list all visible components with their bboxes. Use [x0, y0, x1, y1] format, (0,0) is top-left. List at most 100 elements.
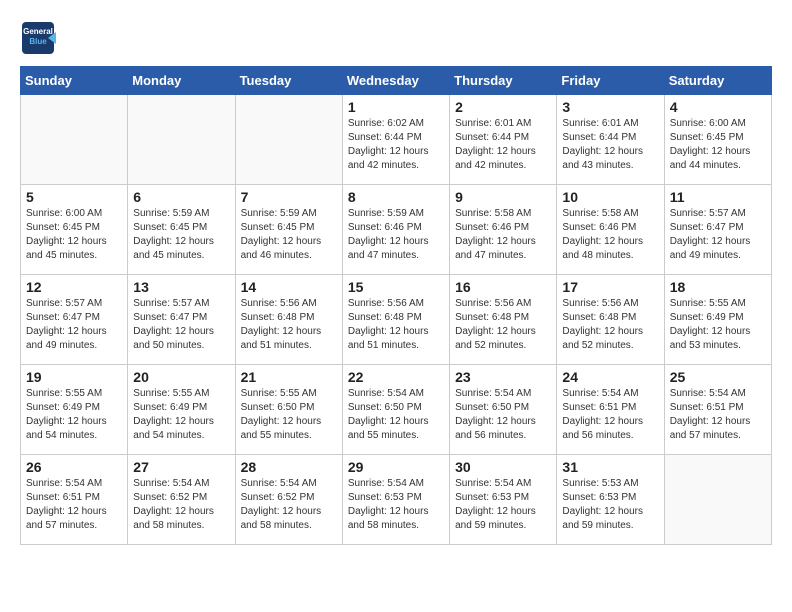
calendar-cell: 2 Sunrise: 6:01 AM Sunset: 6:44 PM Daylig… — [450, 95, 557, 185]
col-header-saturday: Saturday — [664, 67, 771, 95]
day-info: Sunrise: 5:54 AM Sunset: 6:53 PM Dayligh… — [455, 477, 551, 533]
calendar-cell: 1 Sunrise: 6:02 AM Sunset: 6:44 PM Daylig… — [342, 95, 449, 185]
calendar-cell — [128, 95, 235, 185]
day-info: Sunrise: 5:57 AM Sunset: 6:47 PM Dayligh… — [26, 297, 122, 353]
col-header-monday: Monday — [128, 67, 235, 95]
day-info: Sunrise: 5:56 AM Sunset: 6:48 PM Dayligh… — [562, 297, 658, 353]
day-info: Sunrise: 5:54 AM Sunset: 6:52 PM Dayligh… — [133, 477, 229, 533]
day-number: 16 — [455, 279, 551, 295]
day-number: 30 — [455, 459, 551, 475]
col-header-thursday: Thursday — [450, 67, 557, 95]
day-number: 7 — [241, 189, 337, 205]
day-info: Sunrise: 5:57 AM Sunset: 6:47 PM Dayligh… — [133, 297, 229, 353]
calendar-cell: 26 Sunrise: 5:54 AM Sunset: 6:51 PM Dayli… — [21, 455, 128, 545]
day-number: 12 — [26, 279, 122, 295]
svg-text:General: General — [23, 27, 53, 36]
calendar-cell: 7 Sunrise: 5:59 AM Sunset: 6:45 PM Daylig… — [235, 185, 342, 275]
calendar-cell: 5 Sunrise: 6:00 AM Sunset: 6:45 PM Daylig… — [21, 185, 128, 275]
day-info: Sunrise: 6:00 AM Sunset: 6:45 PM Dayligh… — [26, 207, 122, 263]
day-number: 2 — [455, 99, 551, 115]
calendar-cell: 11Sunrise: 5:57 AM Sunset: 6:47 PM Dayli… — [664, 185, 771, 275]
day-number: 26 — [26, 459, 122, 475]
calendar-cell: 3 Sunrise: 6:01 AM Sunset: 6:44 PM Daylig… — [557, 95, 664, 185]
day-info: Sunrise: 5:54 AM Sunset: 6:51 PM Dayligh… — [670, 387, 766, 443]
calendar-cell: 25 Sunrise: 5:54 AM Sunset: 6:51 PM Dayli… — [664, 365, 771, 455]
calendar-cell: 30 Sunrise: 5:54 AM Sunset: 6:53 PM Dayli… — [450, 455, 557, 545]
day-number: 13 — [133, 279, 229, 295]
col-header-tuesday: Tuesday — [235, 67, 342, 95]
day-info: Sunrise: 6:00 AM Sunset: 6:45 PM Dayligh… — [670, 117, 766, 173]
day-number: 15 — [348, 279, 444, 295]
day-info: Sunrise: 5:59 AM Sunset: 6:45 PM Dayligh… — [241, 207, 337, 263]
calendar-cell: 24Sunrise: 5:54 AM Sunset: 6:51 PM Dayli… — [557, 365, 664, 455]
calendar-cell: 31Sunrise: 5:53 AM Sunset: 6:53 PM Dayli… — [557, 455, 664, 545]
week-row-4: 19 Sunrise: 5:55 AM Sunset: 6:49 PM Dayli… — [21, 365, 772, 455]
day-info: Sunrise: 5:54 AM Sunset: 6:50 PM Dayligh… — [348, 387, 444, 443]
day-number: 1 — [348, 99, 444, 115]
day-info: Sunrise: 6:02 AM Sunset: 6:44 PM Dayligh… — [348, 117, 444, 173]
day-number: 4 — [670, 99, 766, 115]
day-info: Sunrise: 5:56 AM Sunset: 6:48 PM Dayligh… — [241, 297, 337, 353]
day-info: Sunrise: 6:01 AM Sunset: 6:44 PM Dayligh… — [455, 117, 551, 173]
calendar-cell: 14 Sunrise: 5:56 AM Sunset: 6:48 PM Dayli… — [235, 275, 342, 365]
header-row: SundayMondayTuesdayWednesdayThursdayFrid… — [21, 67, 772, 95]
day-info: Sunrise: 6:01 AM Sunset: 6:44 PM Dayligh… — [562, 117, 658, 173]
calendar-cell: 21 Sunrise: 5:55 AM Sunset: 6:50 PM Dayli… — [235, 365, 342, 455]
day-info: Sunrise: 5:56 AM Sunset: 6:48 PM Dayligh… — [348, 297, 444, 353]
day-number: 5 — [26, 189, 122, 205]
calendar-cell: 10 Sunrise: 5:58 AM Sunset: 6:46 PM Dayli… — [557, 185, 664, 275]
day-info: Sunrise: 5:59 AM Sunset: 6:46 PM Dayligh… — [348, 207, 444, 263]
day-info: Sunrise: 5:54 AM Sunset: 6:51 PM Dayligh… — [26, 477, 122, 533]
calendar-table: SundayMondayTuesdayWednesdayThursdayFrid… — [20, 66, 772, 545]
day-number: 23 — [455, 369, 551, 385]
calendar-cell: 22 Sunrise: 5:54 AM Sunset: 6:50 PM Dayli… — [342, 365, 449, 455]
day-number: 8 — [348, 189, 444, 205]
week-row-5: 26 Sunrise: 5:54 AM Sunset: 6:51 PM Dayli… — [21, 455, 772, 545]
day-number: 20 — [133, 369, 229, 385]
day-number: 3 — [562, 99, 658, 115]
day-number: 27 — [133, 459, 229, 475]
day-info: Sunrise: 5:54 AM Sunset: 6:52 PM Dayligh… — [241, 477, 337, 533]
day-number: 14 — [241, 279, 337, 295]
calendar-cell: 9 Sunrise: 5:58 AM Sunset: 6:46 PM Daylig… — [450, 185, 557, 275]
day-info: Sunrise: 5:55 AM Sunset: 6:49 PM Dayligh… — [26, 387, 122, 443]
day-info: Sunrise: 5:54 AM Sunset: 6:53 PM Dayligh… — [348, 477, 444, 533]
calendar-cell: 12 Sunrise: 5:57 AM Sunset: 6:47 PM Dayli… — [21, 275, 128, 365]
day-info: Sunrise: 5:58 AM Sunset: 6:46 PM Dayligh… — [562, 207, 658, 263]
calendar-cell — [664, 455, 771, 545]
day-info: Sunrise: 5:55 AM Sunset: 6:49 PM Dayligh… — [670, 297, 766, 353]
calendar-cell: 29Sunrise: 5:54 AM Sunset: 6:53 PM Dayli… — [342, 455, 449, 545]
logo: General Blue — [20, 20, 60, 56]
day-number: 10 — [562, 189, 658, 205]
day-number: 9 — [455, 189, 551, 205]
week-row-1: 1 Sunrise: 6:02 AM Sunset: 6:44 PM Daylig… — [21, 95, 772, 185]
logo-icon: General Blue — [20, 20, 56, 56]
calendar-cell — [21, 95, 128, 185]
calendar-cell: 8 Sunrise: 5:59 AM Sunset: 6:46 PM Daylig… — [342, 185, 449, 275]
calendar-cell: 13 Sunrise: 5:57 AM Sunset: 6:47 PM Dayli… — [128, 275, 235, 365]
day-info: Sunrise: 5:57 AM Sunset: 6:47 PM Dayligh… — [670, 207, 766, 263]
day-number: 19 — [26, 369, 122, 385]
col-header-sunday: Sunday — [21, 67, 128, 95]
calendar-cell: 19 Sunrise: 5:55 AM Sunset: 6:49 PM Dayli… — [21, 365, 128, 455]
svg-text:Blue: Blue — [29, 37, 47, 46]
day-number: 22 — [348, 369, 444, 385]
calendar-cell: 16 Sunrise: 5:56 AM Sunset: 6:48 PM Dayli… — [450, 275, 557, 365]
week-row-3: 12 Sunrise: 5:57 AM Sunset: 6:47 PM Dayli… — [21, 275, 772, 365]
day-info: Sunrise: 5:56 AM Sunset: 6:48 PM Dayligh… — [455, 297, 551, 353]
day-info: Sunrise: 5:58 AM Sunset: 6:46 PM Dayligh… — [455, 207, 551, 263]
calendar-cell — [235, 95, 342, 185]
day-info: Sunrise: 5:59 AM Sunset: 6:45 PM Dayligh… — [133, 207, 229, 263]
day-number: 24 — [562, 369, 658, 385]
day-number: 21 — [241, 369, 337, 385]
calendar-cell: 15 Sunrise: 5:56 AM Sunset: 6:48 PM Dayli… — [342, 275, 449, 365]
day-info: Sunrise: 5:55 AM Sunset: 6:50 PM Dayligh… — [241, 387, 337, 443]
day-number: 18 — [670, 279, 766, 295]
day-info: Sunrise: 5:53 AM Sunset: 6:53 PM Dayligh… — [562, 477, 658, 533]
day-number: 25 — [670, 369, 766, 385]
page-header: General Blue — [20, 20, 772, 56]
calendar-cell: 4 Sunrise: 6:00 AM Sunset: 6:45 PM Daylig… — [664, 95, 771, 185]
day-info: Sunrise: 5:54 AM Sunset: 6:50 PM Dayligh… — [455, 387, 551, 443]
col-header-friday: Friday — [557, 67, 664, 95]
calendar-cell: 28Sunrise: 5:54 AM Sunset: 6:52 PM Dayli… — [235, 455, 342, 545]
